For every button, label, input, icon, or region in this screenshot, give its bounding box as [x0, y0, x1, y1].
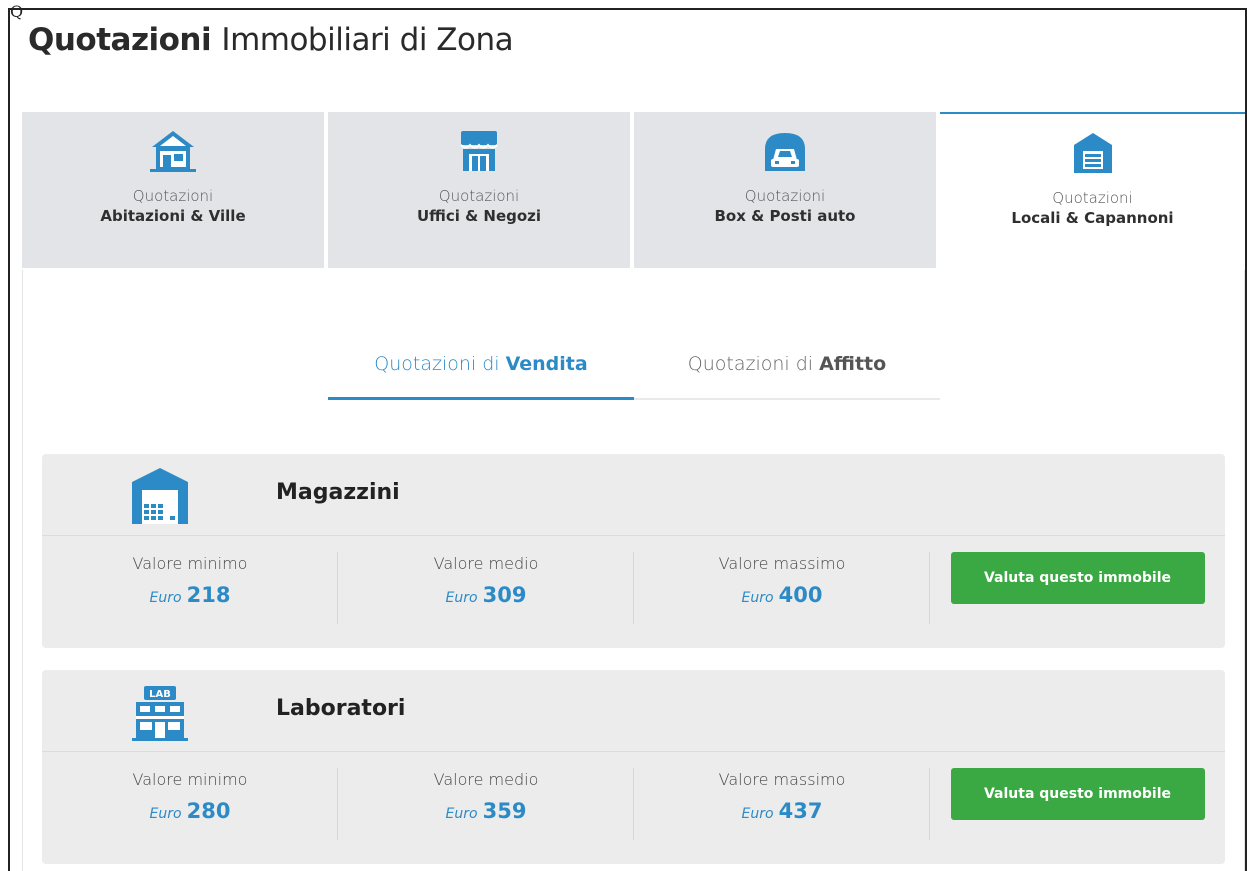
- currency-label: Euro: [741, 806, 774, 822]
- max-amount: 400: [778, 583, 823, 607]
- min-value: Euro 280: [42, 799, 338, 823]
- card-values: Valore minimo Euro 280 Valore medio Euro 3…: [42, 752, 1225, 864]
- house-icon: [148, 127, 198, 173]
- button-cell: Valuta questo immobile: [930, 536, 1225, 648]
- currency-label: Euro: [445, 590, 478, 606]
- currency-label: Euro: [149, 806, 182, 822]
- subtab-prefix: Quotazioni di: [374, 352, 500, 375]
- tab-vendita[interactable]: Quotazioni di Vendita: [328, 330, 634, 400]
- card-title: Laboratori: [276, 696, 406, 721]
- subtab-prefix: Quotazioni di: [687, 353, 814, 375]
- tab-line2: Uffici & Negozi: [416, 207, 542, 225]
- avg-label: Valore medio: [433, 770, 539, 789]
- max-value: Euro 437: [634, 799, 930, 823]
- valuta-button[interactable]: Valuta questo immobile: [950, 552, 1205, 604]
- card-header: Magazzini: [42, 454, 1225, 536]
- max-value: Euro 400: [634, 583, 930, 607]
- tab-line2: Locali & Capannoni: [1011, 209, 1174, 227]
- sale-rent-tabs: Quotazioni di Vendita Quotazioni di Affi…: [328, 330, 940, 400]
- min-value: Euro 218: [42, 583, 338, 607]
- page-title-light: Immobiliari di Zona: [221, 22, 514, 58]
- lab-sign-text: LAB: [149, 689, 171, 700]
- card-values: Valore minimo Euro 218 Valore medio Euro 3…: [42, 536, 1225, 648]
- tab-affitto[interactable]: Quotazioni di Affitto: [634, 330, 940, 400]
- avg-value-cell: Valore medio Euro 359: [338, 752, 634, 864]
- min-amount: 218: [186, 583, 231, 607]
- avg-amount: 359: [482, 799, 527, 823]
- tab-line1: Quotazioni: [1052, 189, 1133, 207]
- max-value-cell: Valore massimo Euro 400: [634, 536, 930, 648]
- avg-value: Euro 359: [338, 799, 634, 823]
- button-cell: Valuta questo immobile: [930, 752, 1225, 864]
- avg-label: Valore medio: [433, 554, 539, 573]
- tab-line2: Abitazioni & Ville: [100, 207, 246, 225]
- tab-locali-capannoni[interactable]: Quotazioni Locali & Capannoni: [940, 112, 1245, 270]
- category-tabs: Quotazioni Abitazioni & Ville Quotazioni…: [22, 112, 1245, 270]
- subtab-bold: Vendita: [505, 352, 588, 375]
- max-label: Valore massimo: [718, 554, 846, 573]
- card-laboratori: LAB Laboratori Valore minimo Euro 280 Val…: [42, 670, 1225, 864]
- tab-line2: Box & Posti auto: [714, 207, 856, 225]
- min-value-cell: Valore minimo Euro 218: [42, 536, 338, 648]
- max-value-cell: Valore massimo Euro 437: [634, 752, 930, 864]
- tab-line1: Quotazioni: [132, 187, 214, 205]
- tab-box-posti-auto[interactable]: Quotazioni Box & Posti auto: [634, 112, 936, 268]
- tab-line1: Quotazioni: [438, 187, 520, 205]
- avg-value-cell: Valore medio Euro 309: [338, 536, 634, 648]
- min-value-cell: Valore minimo Euro 280: [42, 752, 338, 864]
- min-label: Valore minimo: [132, 554, 248, 573]
- currency-label: Euro: [741, 590, 774, 606]
- avg-amount: 309: [482, 583, 527, 607]
- shop-icon: [454, 127, 504, 173]
- max-label: Valore massimo: [718, 770, 846, 789]
- corner-char: Q: [10, 2, 24, 21]
- min-label: Valore minimo: [132, 770, 248, 789]
- subtab-bold: Affitto: [819, 353, 887, 375]
- currency-label: Euro: [445, 806, 478, 822]
- warehouse-icon: [1068, 129, 1118, 175]
- page-title-bold: Quotazioni: [28, 22, 212, 58]
- card-magazzini: Magazzini Valore minimo Euro 218 Valore m…: [42, 454, 1225, 648]
- page-title: Quotazioni Immobiliari di Zona: [28, 22, 514, 58]
- avg-value: Euro 309: [338, 583, 634, 607]
- warehouse-icon: [130, 464, 190, 526]
- valuta-button[interactable]: Valuta questo immobile: [950, 768, 1205, 820]
- max-amount: 437: [778, 799, 823, 823]
- min-amount: 280: [186, 799, 231, 823]
- tab-uffici-negozi[interactable]: Quotazioni Uffici & Negozi: [328, 112, 630, 268]
- currency-label: Euro: [149, 590, 182, 606]
- tab-line1: Quotazioni: [744, 187, 826, 205]
- tab-abitazioni-ville[interactable]: Quotazioni Abitazioni & Ville: [22, 112, 324, 268]
- card-title: Magazzini: [276, 480, 400, 505]
- garage-car-icon: [760, 127, 810, 173]
- lab-building-icon: LAB: [130, 680, 190, 742]
- card-header: LAB Laboratori: [42, 670, 1225, 752]
